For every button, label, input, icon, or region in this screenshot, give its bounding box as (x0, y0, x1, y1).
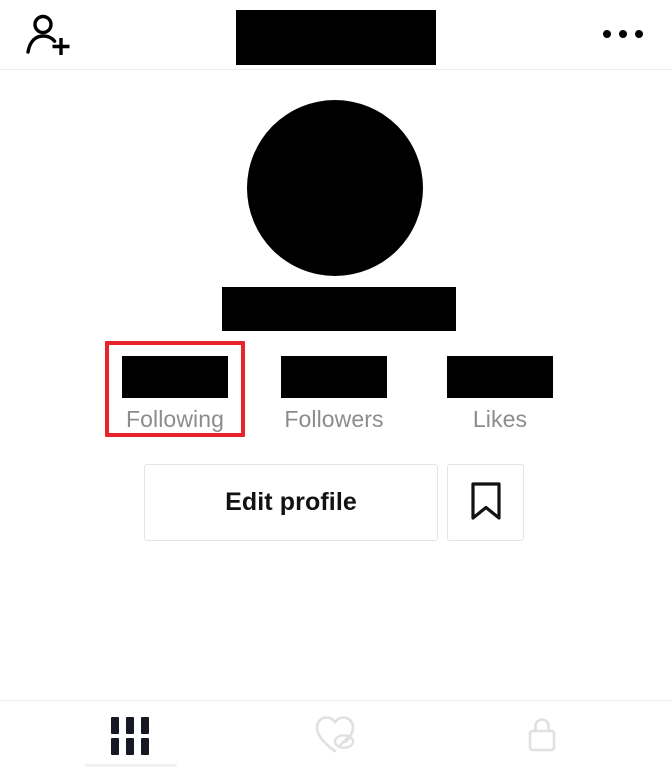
tiktok-profile-screen: Following Followers Likes Edit profile (0, 0, 672, 771)
tab-private[interactable] (430, 701, 654, 771)
avatar[interactable] (247, 100, 423, 276)
page-title (236, 10, 436, 65)
active-tab-indicator (85, 764, 177, 767)
stat-likes[interactable]: Likes (417, 345, 583, 440)
stat-followers-value (281, 356, 387, 398)
bookmark-icon (469, 481, 503, 524)
stat-following-label: Following (125, 406, 225, 432)
profile-stats: Following Followers Likes (0, 345, 672, 756)
edit-profile-button[interactable]: Edit profile (144, 464, 438, 541)
tab-videos-grid[interactable] (18, 701, 242, 771)
more-horizontal-icon[interactable] (598, 22, 648, 46)
person-add-icon[interactable] (22, 10, 74, 62)
stat-following-value (122, 356, 228, 398)
stat-likes-value (447, 356, 553, 398)
profile-tabbar (0, 700, 672, 771)
heart-eye-slash-icon (312, 712, 360, 761)
grid-icon (111, 717, 149, 755)
header-bar (0, 0, 672, 70)
stat-followers-label: Followers (284, 406, 384, 432)
stat-followers[interactable]: Followers (251, 345, 417, 440)
tab-liked-hidden[interactable] (224, 701, 448, 771)
username (222, 287, 456, 331)
content-area (0, 560, 672, 700)
lock-icon (522, 712, 562, 761)
stat-likes-label: Likes (472, 406, 528, 432)
stat-following[interactable]: Following (92, 345, 258, 440)
bookmark-button[interactable] (447, 464, 524, 541)
